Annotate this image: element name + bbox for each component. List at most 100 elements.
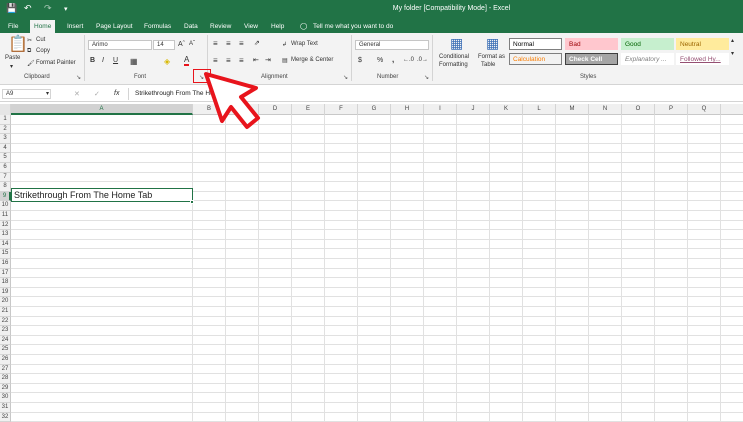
row-header-20[interactable]: 20 xyxy=(0,297,11,307)
column-header-q[interactable]: Q xyxy=(688,104,721,115)
merge-center-button[interactable]: Merge & Center xyxy=(291,57,333,63)
row-header-3[interactable]: 3 xyxy=(0,134,11,144)
styles-scroll-up-icon[interactable]: ▴ xyxy=(731,37,734,44)
comma-button[interactable]: , xyxy=(392,55,394,64)
row-header-31[interactable]: 31 xyxy=(0,403,11,413)
increase-font-icon[interactable]: Aˆ xyxy=(178,41,185,48)
row-header-23[interactable]: 23 xyxy=(0,326,11,336)
column-header-o[interactable]: O xyxy=(622,104,655,115)
align-center-icon[interactable]: ≡ xyxy=(226,56,231,65)
row-header-9[interactable]: 9 xyxy=(0,191,11,202)
row-header-6[interactable]: 6 xyxy=(0,163,11,173)
orientation-icon[interactable]: ⇗ xyxy=(254,39,260,47)
enter-icon[interactable]: ✓ xyxy=(94,90,100,98)
row-header-5[interactable]: 5 xyxy=(0,153,11,163)
cell-style-check-cell[interactable]: Check Cell xyxy=(565,53,618,65)
conditional-formatting-icon[interactable]: ▦ xyxy=(450,36,463,50)
tab-file[interactable]: File xyxy=(4,20,22,33)
column-header-g[interactable]: G xyxy=(358,104,391,115)
row-header-21[interactable]: 21 xyxy=(0,307,11,317)
decrease-font-icon[interactable]: Aˇ xyxy=(189,41,195,47)
top-align-icon[interactable]: ≡ xyxy=(213,39,218,48)
fill-handle[interactable] xyxy=(190,199,194,204)
alignment-launcher-icon[interactable]: ↘ xyxy=(343,73,348,83)
format-painter-button[interactable]: Format Painter xyxy=(36,60,76,66)
tab-page-layout[interactable]: Page Layout xyxy=(92,20,137,33)
column-header-h[interactable]: H xyxy=(391,104,424,115)
row-header-29[interactable]: 29 xyxy=(0,383,11,394)
paste-icon[interactable]: 📋 xyxy=(8,37,28,53)
styles-scroll-down-icon[interactable]: ▾ xyxy=(731,50,734,57)
font-name-select[interactable]: Arimo xyxy=(88,40,152,50)
tab-formulas[interactable]: Formulas xyxy=(140,20,175,33)
align-right-icon[interactable]: ≡ xyxy=(239,56,244,65)
cell-style-normal[interactable]: Normal xyxy=(509,38,562,50)
row-header-22[interactable]: 22 xyxy=(0,316,11,327)
middle-align-icon[interactable]: ≡ xyxy=(226,39,231,48)
tab-review[interactable]: Review xyxy=(206,20,235,33)
cell-style-followed-hy[interactable]: Followed Hy... xyxy=(676,53,729,65)
tab-data[interactable]: Data xyxy=(180,20,202,33)
row-header-24[interactable]: 24 xyxy=(0,335,11,346)
cancel-icon[interactable]: ✕ xyxy=(74,90,80,98)
row-header-25[interactable]: 25 xyxy=(0,345,11,355)
number-format-select[interactable]: General xyxy=(355,40,429,50)
tell-me-search[interactable]: Tell me what you want to do xyxy=(309,20,397,33)
row-header-15[interactable]: 15 xyxy=(0,249,11,259)
row-header-2[interactable]: 2 xyxy=(0,124,11,135)
row-header-27[interactable]: 27 xyxy=(0,364,11,375)
font-size-select[interactable]: 14 xyxy=(153,40,175,50)
tab-insert[interactable]: Insert xyxy=(63,20,87,33)
row-header-19[interactable]: 19 xyxy=(0,287,11,298)
column-header-l[interactable]: L xyxy=(523,104,556,115)
row-header-10[interactable]: 10 xyxy=(0,201,11,211)
conditional-formatting-button-line2[interactable]: Formatting xyxy=(439,62,468,68)
spreadsheet-grid[interactable]: 1 2 3 4 5 6 7 8 9 10 11 12 13 14 15 16 17 18 19 20 21 22 23 24 2… xyxy=(0,115,743,422)
paste-button[interactable]: Paste xyxy=(5,55,20,61)
row-header-26[interactable]: 26 xyxy=(0,355,11,365)
paste-dropdown-icon[interactable]: ▾ xyxy=(10,63,13,70)
italic-button[interactable]: I xyxy=(102,57,104,64)
cell-style-calculation[interactable]: Calculation xyxy=(509,53,562,65)
row-header-11[interactable]: 11 xyxy=(0,211,11,221)
row-header-28[interactable]: 28 xyxy=(0,374,11,384)
row-header-18[interactable]: 18 xyxy=(0,278,11,288)
row-header-4[interactable]: 4 xyxy=(0,143,11,154)
column-header-i[interactable]: I xyxy=(424,104,457,115)
number-launcher-icon[interactable]: ↘ xyxy=(424,73,429,83)
name-box-dropdown-icon[interactable]: ▾ xyxy=(46,90,49,97)
format-as-table-button-line2[interactable]: Table xyxy=(481,62,495,68)
name-box[interactable]: A9 xyxy=(2,89,51,99)
bottom-align-icon[interactable]: ≡ xyxy=(239,39,244,48)
increase-indent-icon[interactable]: ⇥ xyxy=(265,56,271,64)
increase-decimal-icon[interactable]: ←.0 xyxy=(403,57,414,63)
row-header-12[interactable]: 12 xyxy=(0,220,11,231)
column-header-k[interactable]: K xyxy=(490,104,523,115)
copy-button[interactable]: Copy xyxy=(36,48,50,54)
borders-icon[interactable]: ▦ xyxy=(130,57,138,66)
decrease-decimal-icon[interactable]: .0→ xyxy=(417,57,428,63)
row-header-1[interactable]: 1 xyxy=(0,115,11,125)
column-header-n[interactable]: N xyxy=(589,104,622,115)
row-header-16[interactable]: 16 xyxy=(0,259,11,269)
row-header-13[interactable]: 13 xyxy=(0,230,11,240)
row-header-7[interactable]: 7 xyxy=(0,172,11,183)
cell-style-bad[interactable]: Bad xyxy=(565,38,618,50)
column-header-e[interactable]: E xyxy=(292,104,325,115)
wrap-text-button[interactable]: Wrap Text xyxy=(291,41,318,47)
row-header-14[interactable]: 14 xyxy=(0,239,11,250)
cut-button[interactable]: Cut xyxy=(36,37,45,43)
row-header-8[interactable]: 8 xyxy=(0,182,11,192)
format-as-table-icon[interactable]: ▦ xyxy=(486,36,499,50)
percent-button[interactable]: % xyxy=(377,57,383,64)
conditional-formatting-button[interactable]: Conditional xyxy=(439,54,469,60)
tab-home[interactable]: Home xyxy=(30,20,56,33)
cell-style-good[interactable]: Good xyxy=(621,38,674,50)
font-color-button[interactable]: A xyxy=(184,56,190,66)
format-as-table-button[interactable]: Format as xyxy=(478,54,505,60)
decrease-indent-icon[interactable]: ⇤ xyxy=(253,56,259,64)
tab-view[interactable]: View xyxy=(240,20,262,33)
currency-button[interactable]: $ xyxy=(358,57,362,64)
row-header-30[interactable]: 30 xyxy=(0,393,11,403)
column-header-f[interactable]: F xyxy=(325,104,358,115)
